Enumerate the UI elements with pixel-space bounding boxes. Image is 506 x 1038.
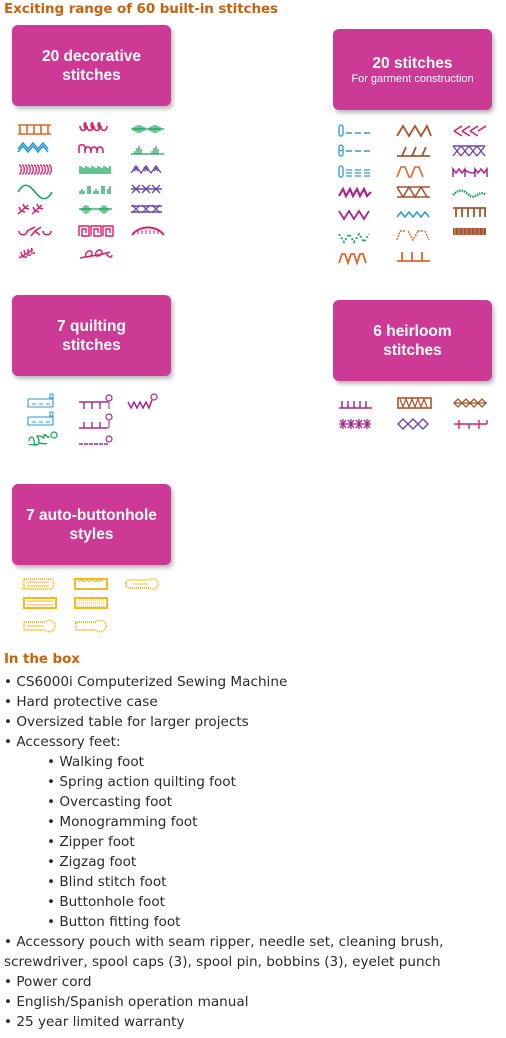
decorative-stitch-oval-icon <box>78 203 114 215</box>
feet-list-item: • Zigzag foot <box>47 854 137 870</box>
list-item: • Oversized table for larger projects <box>4 714 249 730</box>
quilting-stitch-qpin3-icon <box>78 435 114 448</box>
garment-stitch-dotwave-icon <box>452 186 488 198</box>
box-title-line2: stitches <box>62 336 121 354</box>
in-the-box-heading: In the box <box>4 651 80 667</box>
garment-stitch-comb-icon <box>452 206 488 218</box>
garment-stitches-box: 20 stitches For garment construction <box>333 29 492 110</box>
quilting-stitch-qline-icon <box>27 411 63 426</box>
garment-stitch-blindhem-icon <box>396 229 432 242</box>
decorative-stitch-lattice-icon <box>130 203 166 215</box>
in-the-box-list: • CS6000i Computerized Sewing Machine • … <box>4 672 504 1032</box>
garment-stitch-tri-icon <box>396 123 432 138</box>
decorative-stitch-bars-icon <box>78 163 114 175</box>
quilting-stitch-qzz-icon <box>127 393 163 410</box>
heirloom-stitch-xdiam-icon <box>397 418 433 430</box>
feet-list-item: • Spring action quilting foot <box>47 774 236 790</box>
heirloom-stitch-pinstitch-icon <box>453 418 489 430</box>
box-title: 7 quilting <box>57 317 126 335</box>
decorative-stitch-loops-icon <box>78 121 114 135</box>
heirloom-stitch-ladderz-icon <box>397 397 433 409</box>
decorative-stitch-wave-icon <box>17 183 53 200</box>
decorative-stitch-fern-icon <box>17 203 53 215</box>
garment-stitch-box-icon <box>396 185 432 199</box>
garment-stitch-zz-icon <box>338 208 374 221</box>
decorative-stitch-cross-icon <box>130 163 166 175</box>
box-title: 7 auto-buttonhole <box>26 506 157 524</box>
feet-list-item: • Blind stitch foot <box>47 874 167 890</box>
list-item: • Power cord <box>4 974 92 990</box>
buttonhole-stitch-bhRound-icon <box>23 578 59 590</box>
decorative-stitch-leaves-icon <box>78 247 114 259</box>
list-item: • Accessory pouch with seam ripper, need… <box>4 934 444 970</box>
buttonhole-stitch-bhKeyhole2-icon <box>74 619 110 633</box>
heirloom-stitch-diamonds-icon <box>453 397 489 409</box>
feet-list-item: • Monogramming foot <box>47 814 198 830</box>
box-title-line2: stitches <box>383 341 442 359</box>
garment-stitch-serge-icon <box>396 250 432 262</box>
decorative-stitch-arc-icon <box>130 225 166 237</box>
buttonhole-stitch-bhKey-icon <box>124 577 161 591</box>
box-title: 20 decorative <box>41 47 142 65</box>
garment-stitch-zzdot-icon <box>338 231 374 244</box>
garment-stitch-zzthick-icon <box>338 186 374 199</box>
quilting-stitches-box: 7 quilting stitches <box>12 295 171 376</box>
list-item: • CS6000i Computerized Sewing Machine <box>4 674 288 690</box>
quilting-stitch-qpin2-icon <box>78 413 114 429</box>
list-item: • Hard protective case <box>4 694 158 710</box>
buttonhole-stitch-bhRectDense-icon <box>74 597 110 609</box>
heirloom-stitch-picot-icon <box>338 397 374 409</box>
garment-stitch-trap-icon <box>396 166 432 178</box>
box-title-line2: stitches <box>62 66 121 84</box>
decorative-stitch-coil-icon <box>17 163 53 175</box>
heirloom-stitch-stars-icon <box>338 418 374 430</box>
buttonhole-stitch-bhWavy-icon <box>74 578 110 590</box>
feet-list-item: • Overcasting foot <box>47 794 173 810</box>
decorative-stitch-leafbar-icon <box>130 123 166 135</box>
feet-list-item: • Zipper foot <box>47 834 135 850</box>
decorative-stitch-omega-icon <box>78 143 114 155</box>
garment-stitch-xxrow-icon <box>452 145 488 157</box>
list-item: • Accessory feet: <box>4 734 121 750</box>
garment-stitch-straightB-icon <box>338 144 374 157</box>
garment-stitch-arrows-icon <box>452 125 488 137</box>
decorative-stitch-steps-icon <box>78 183 114 195</box>
garment-stitch-triple-icon <box>338 165 374 178</box>
decorative-stitch-scroll-icon <box>17 225 53 237</box>
quilting-stitch-qline-icon <box>27 393 63 408</box>
list-item: • 25 year limited warranty <box>4 1014 185 1030</box>
garment-stitch-straight-icon <box>338 124 374 137</box>
garment-stitch-mw-icon <box>452 166 488 178</box>
feet-list-item: • Walking foot <box>47 754 144 770</box>
buttonhole-stitch-bhRect-icon <box>23 597 59 609</box>
box-subtitle: For garment construction <box>351 72 474 85</box>
buttonhole-styles-box: 7 auto-buttonhole styles <box>12 484 171 565</box>
buttonhole-stitch-bhKeyhole-icon <box>23 619 59 633</box>
garment-stitch-band-icon <box>452 226 488 238</box>
box-title: 20 stitches <box>372 54 453 72</box>
decorative-stitch-chevron-icon <box>17 141 53 155</box>
decorative-stitches-box: 20 decorative stitches <box>12 25 171 106</box>
stitches-heading: Exciting range of 60 built-in stitches <box>4 1 278 17</box>
garment-stitch-zzsmall-icon <box>396 208 432 220</box>
feet-list-item: • Buttonhole foot <box>47 894 166 910</box>
decorative-stitch-greek-icon <box>78 225 114 237</box>
decorative-stitch-ladder-icon <box>17 123 53 135</box>
garment-stitch-arch-icon <box>338 252 374 266</box>
decorative-stitch-featherfan-icon <box>17 247 53 259</box>
decorative-stitch-xx-icon <box>130 183 166 195</box>
quilting-stitch-stipple-icon <box>27 431 63 447</box>
list-item: • English/Spanish operation manual <box>4 994 249 1010</box>
box-title: 6 heirloom <box>373 322 452 340</box>
quilting-stitch-qpin-icon <box>78 394 114 410</box>
feet-list-item: • Button fitting foot <box>47 914 181 930</box>
garment-stitch-slant-icon <box>396 145 432 157</box>
decorative-stitch-mountain-icon <box>130 143 166 155</box>
heirloom-stitches-box: 6 heirloom stitches <box>333 300 492 381</box>
box-title-line2: styles <box>69 525 114 543</box>
